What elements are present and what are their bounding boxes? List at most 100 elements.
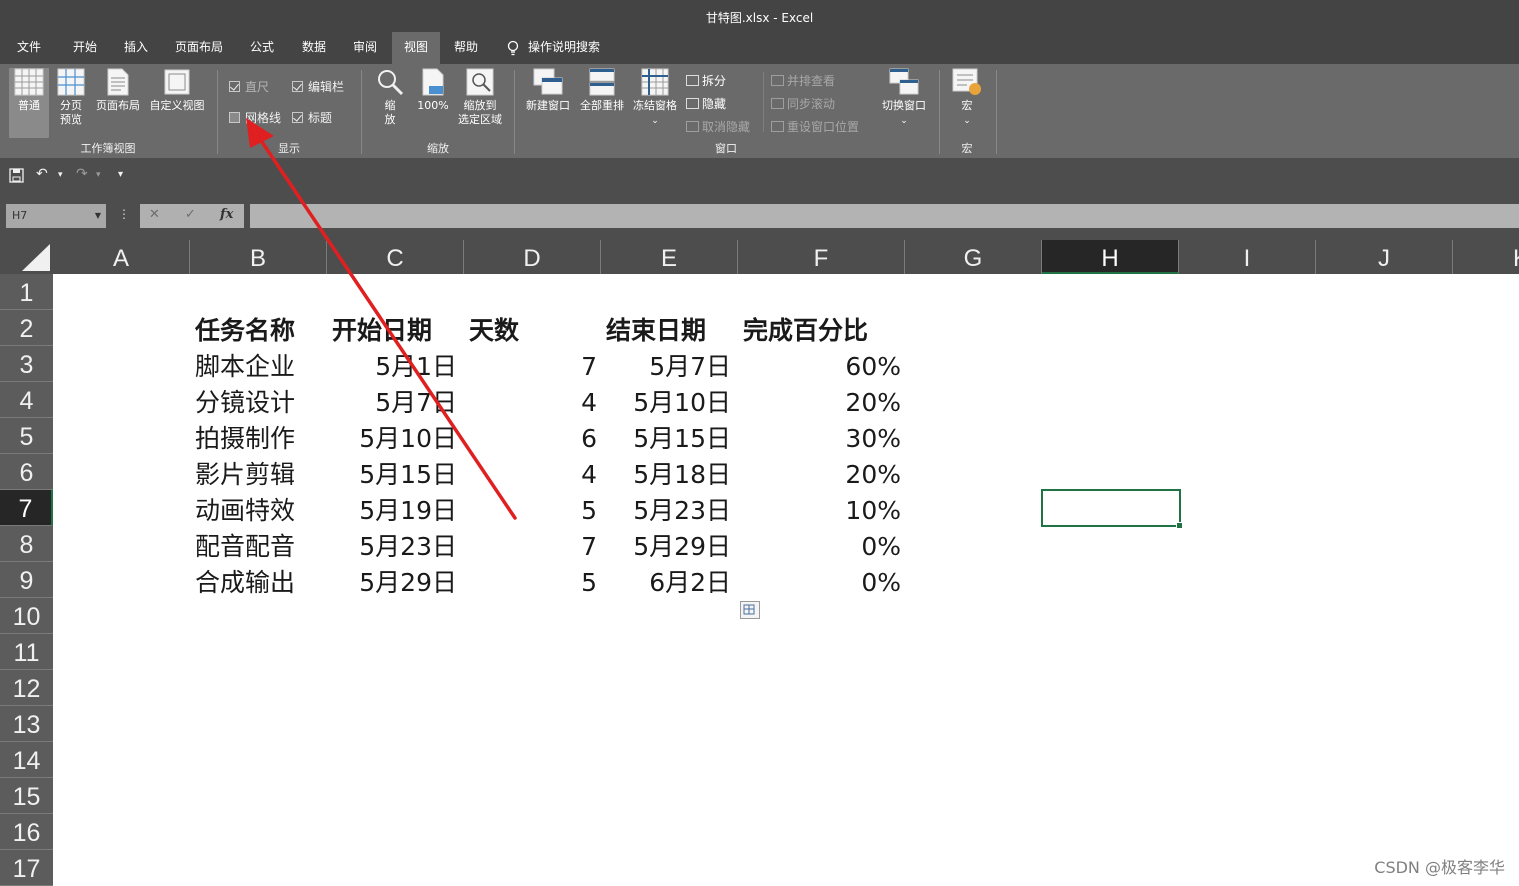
cell-c2[interactable]: 开始日期 xyxy=(332,312,432,348)
tell-me-search[interactable]: 操作说明搜索 xyxy=(528,32,610,64)
cell-b2[interactable]: 任务名称 xyxy=(195,312,295,348)
table-cell[interactable]: 5 xyxy=(469,492,597,528)
tab-home[interactable]: 开始 xyxy=(62,32,108,64)
gridlines-checkbox[interactable]: 网格线 xyxy=(229,109,281,126)
table-cell[interactable]: 5月7日 xyxy=(606,348,731,384)
row-header[interactable]: 11 xyxy=(0,634,53,670)
table-cell[interactable]: 4 xyxy=(469,384,597,420)
table-cell[interactable]: 5月7日 xyxy=(332,384,457,420)
gridlines-check-box[interactable] xyxy=(229,112,240,123)
column-header-e[interactable]: E xyxy=(601,240,738,274)
active-cell-selection[interactable] xyxy=(1041,489,1183,529)
table-cell[interactable]: 7 xyxy=(469,348,597,384)
table-cell[interactable]: 5月1日 xyxy=(332,348,457,384)
tab-help[interactable]: 帮助 xyxy=(444,32,488,64)
table-cell[interactable]: 拍摄制作 xyxy=(195,420,295,456)
table-cell[interactable]: 5月10日 xyxy=(332,420,457,456)
row-header[interactable]: 13 xyxy=(0,706,53,742)
select-all-button[interactable] xyxy=(0,240,53,274)
customize-toolbar-icon[interactable]: ▾ xyxy=(118,169,123,180)
row-header[interactable]: 10 xyxy=(0,598,53,634)
table-cell[interactable]: 5 xyxy=(469,564,597,600)
table-cell[interactable]: 5月19日 xyxy=(332,492,457,528)
table-cell[interactable]: 5月18日 xyxy=(606,456,731,492)
table-cell[interactable]: 合成输出 xyxy=(195,564,295,600)
row-header[interactable]: 2 xyxy=(0,310,53,346)
row-header[interactable]: 6 xyxy=(0,454,53,490)
reset-window-position-button[interactable]: 重设窗口位置 xyxy=(771,118,859,135)
ruler-checkbox[interactable]: 直尺 xyxy=(229,78,269,95)
zoom-button[interactable]: 缩 放 xyxy=(372,68,408,127)
table-cell[interactable]: 脚本企业 xyxy=(195,348,295,384)
row-header[interactable]: 5 xyxy=(0,418,53,454)
column-header-c[interactable]: C xyxy=(327,240,464,274)
page-break-preview-button[interactable]: 分页 预览 xyxy=(53,68,89,127)
lightbulb-icon[interactable] xyxy=(506,40,520,56)
headings-check-box[interactable] xyxy=(292,112,303,123)
table-cell[interactable]: 0% xyxy=(743,528,901,564)
table-cell[interactable]: 20% xyxy=(743,384,901,420)
table-cell[interactable]: 5月29日 xyxy=(332,564,457,600)
tab-formulas[interactable]: 公式 xyxy=(240,32,284,64)
row-header[interactable]: 8 xyxy=(0,526,53,562)
switch-windows-button[interactable]: 切换窗口 ⌄ xyxy=(876,68,932,128)
column-header-b[interactable]: B xyxy=(190,240,327,274)
row-header[interactable]: 16 xyxy=(0,814,53,850)
cell-d2[interactable]: 天数 xyxy=(469,312,519,348)
cell-f2[interactable]: 完成百分比 xyxy=(743,312,868,348)
formula-bar-grip-icon[interactable]: ⋮ xyxy=(118,207,130,221)
tab-insert[interactable]: 插入 xyxy=(114,32,158,64)
macros-button[interactable]: 宏 ⌄ xyxy=(948,68,986,128)
row-header[interactable]: 14 xyxy=(0,742,53,778)
table-cell[interactable]: 4 xyxy=(469,456,597,492)
name-box[interactable]: H7 ▼ xyxy=(6,204,106,228)
column-header-k[interactable]: K xyxy=(1453,240,1519,274)
quick-analysis-button[interactable] xyxy=(740,601,760,619)
column-header-i[interactable]: I xyxy=(1179,240,1316,274)
column-header-g[interactable]: G xyxy=(905,240,1042,274)
table-cell[interactable]: 20% xyxy=(743,456,901,492)
tab-review[interactable]: 审阅 xyxy=(343,32,387,64)
formula-bar-checkbox[interactable]: 编辑栏 xyxy=(292,78,344,95)
sync-scroll-button[interactable]: 同步滚动 xyxy=(771,95,835,112)
tab-view[interactable]: 视图 xyxy=(392,32,440,64)
column-header-f[interactable]: F xyxy=(738,240,905,274)
table-cell[interactable]: 影片剪辑 xyxy=(195,456,295,492)
tab-data[interactable]: 数据 xyxy=(292,32,336,64)
row-header[interactable]: 3 xyxy=(0,346,53,382)
worksheet-grid[interactable]: 任务名称 开始日期 天数 结束日期 完成百分比 脚本企业 5月1日 7 5月7日… xyxy=(53,274,1519,886)
table-cell[interactable]: 6 xyxy=(469,420,597,456)
chevron-down-icon[interactable]: ▾ xyxy=(58,170,63,180)
row-header[interactable]: 12 xyxy=(0,670,53,706)
split-button[interactable]: 拆分 xyxy=(686,72,726,89)
page-layout-button[interactable]: 页面布局 xyxy=(92,68,144,113)
row-header[interactable]: 17 xyxy=(0,850,53,886)
redo-icon[interactable]: ↷ xyxy=(76,166,88,182)
table-cell[interactable]: 分镜设计 xyxy=(195,384,295,420)
table-cell[interactable]: 0% xyxy=(743,564,901,600)
enter-icon[interactable]: ✓ xyxy=(185,207,196,222)
chevron-down-icon[interactable]: ▾ xyxy=(96,170,101,180)
tab-file[interactable]: 文件 xyxy=(8,32,50,64)
row-header[interactable]: 15 xyxy=(0,778,53,814)
zoom-100-button[interactable]: 100% xyxy=(414,68,452,113)
zoom-to-selection-button[interactable]: 缩放到 选定区域 xyxy=(454,68,506,127)
row-header[interactable]: 9 xyxy=(0,562,53,598)
normal-view-button[interactable]: 普通 xyxy=(9,68,49,138)
view-side-by-side-button[interactable]: 并排查看 xyxy=(771,72,835,89)
arrange-all-button[interactable]: 全部重排 xyxy=(576,68,628,113)
custom-views-button[interactable]: 自定义视图 xyxy=(146,68,208,113)
table-cell[interactable]: 7 xyxy=(469,528,597,564)
hide-button[interactable]: 隐藏 xyxy=(686,95,726,112)
table-cell[interactable]: 5月15日 xyxy=(332,456,457,492)
chevron-down-icon[interactable]: ▼ xyxy=(95,204,101,228)
table-cell[interactable]: 5月10日 xyxy=(606,384,731,420)
freeze-panes-button[interactable]: 冻结窗格 ⌄ xyxy=(630,68,680,128)
table-cell[interactable]: 30% xyxy=(743,420,901,456)
row-header[interactable]: 1 xyxy=(0,274,53,310)
column-header-j[interactable]: J xyxy=(1316,240,1453,274)
save-icon[interactable] xyxy=(9,168,24,183)
insert-function-icon[interactable]: fx xyxy=(220,207,233,222)
table-cell[interactable]: 5月29日 xyxy=(606,528,731,564)
unhide-button[interactable]: 取消隐藏 xyxy=(686,118,750,135)
